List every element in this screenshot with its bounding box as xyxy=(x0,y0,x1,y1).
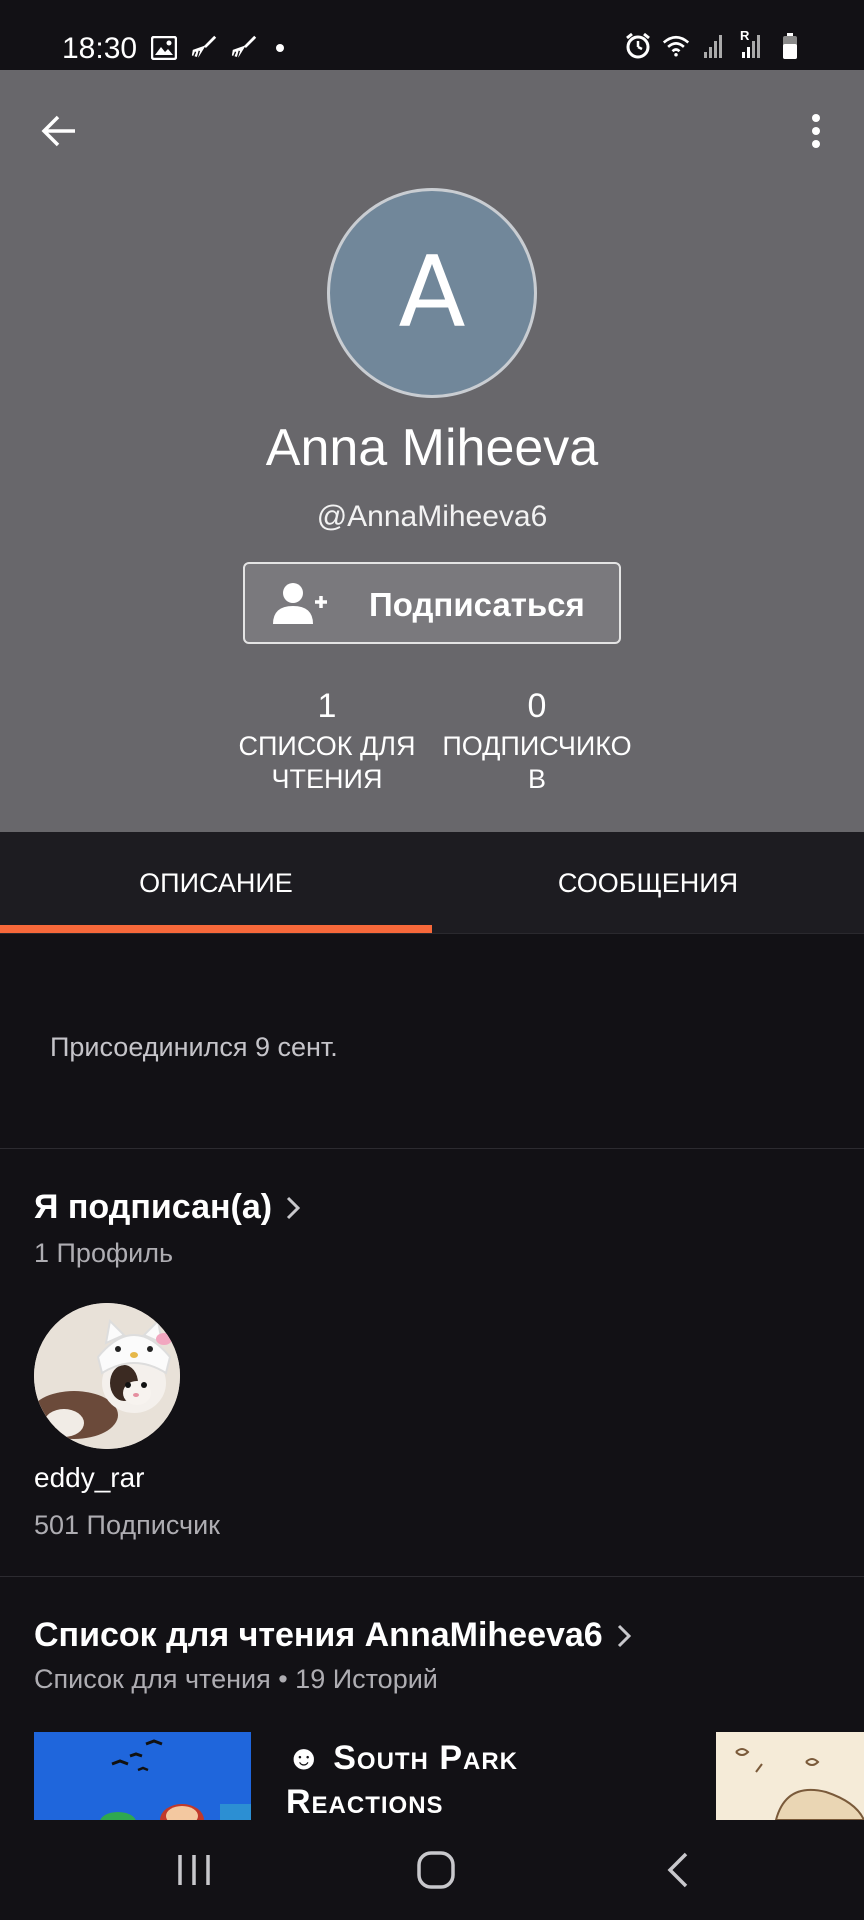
story-title-line1: ☻ South Park xyxy=(286,1739,519,1777)
wifi-icon xyxy=(662,32,690,60)
system-nav-bar xyxy=(0,1820,864,1920)
signal-roaming-icon: R xyxy=(738,28,766,60)
active-tab-indicator xyxy=(0,925,432,933)
follow-button-label: Подписаться xyxy=(369,586,585,623)
stat-reading-lists-label: СПИСОК ДЛЯ ЧТЕНИЯ xyxy=(238,731,416,794)
stat-reading-lists-value: 1 xyxy=(317,687,337,725)
back-icon xyxy=(667,1852,688,1888)
stat-followers-value: 0 xyxy=(527,687,547,725)
tab-about-label: ОПИСАНИЕ xyxy=(139,867,293,898)
home-button[interactable] xyxy=(396,1838,476,1902)
battery-icon xyxy=(776,32,804,60)
status-left-icons xyxy=(150,34,284,62)
broom-icon xyxy=(230,34,258,62)
follow-button[interactable]: Подписаться xyxy=(243,562,621,644)
recents-button[interactable] xyxy=(154,1838,234,1902)
story-cover[interactable] xyxy=(34,1732,251,1820)
signal-icon xyxy=(700,32,728,60)
profile-header: A Anna Miheeva @AnnaMiheeva6 Подписаться… xyxy=(0,70,864,832)
story-title-line2: Reactions xyxy=(286,1783,444,1821)
following-section-header[interactable]: Я подписан(а) xyxy=(34,1188,301,1227)
story-cover-image xyxy=(34,1732,251,1820)
home-icon xyxy=(417,1851,455,1889)
status-bar: 18:30 R xyxy=(0,0,864,70)
more-options-button[interactable] xyxy=(798,108,834,154)
stat-reading-lists[interactable]: 1 СПИСОК ДЛЯ ЧТЕНИЯ xyxy=(232,686,422,796)
add-user-icon xyxy=(273,583,327,624)
tab-about[interactable]: ОПИСАНИЕ xyxy=(0,832,432,934)
divider xyxy=(0,1148,864,1149)
notification-dot-icon xyxy=(276,44,284,52)
back-button[interactable] xyxy=(36,108,82,154)
profile-handle: @AnnaMiheeva6 xyxy=(316,500,548,533)
avatar-initial: A xyxy=(398,236,466,350)
profile-name: Anna Miheeva xyxy=(265,419,599,477)
stat-followers-label: ПОДПИСЧИКО В xyxy=(442,731,632,794)
profile-tabs: ОПИСАНИЕ СООБЩЕНИЯ xyxy=(0,832,864,934)
stat-followers[interactable]: 0 ПОДПИСЧИКО В xyxy=(437,686,637,796)
tab-messages[interactable]: СООБЩЕНИЯ xyxy=(432,832,864,934)
following-title: Я подписан(а) xyxy=(34,1188,273,1226)
next-story-cover-image xyxy=(716,1732,864,1820)
story-title[interactable]: ☻ South Park Reactions xyxy=(286,1736,518,1824)
joined-date: Присоединился 9 сент. xyxy=(50,1032,338,1062)
broom-icon xyxy=(190,34,218,62)
next-story-cover[interactable] xyxy=(716,1732,864,1820)
image-icon xyxy=(150,34,178,62)
status-right-icons: R xyxy=(624,28,804,60)
alarm-icon xyxy=(624,32,652,60)
back-arrow-icon xyxy=(41,115,75,147)
profile-avatar[interactable]: A xyxy=(327,188,537,398)
reading-list-section-header[interactable]: Список для чтения AnnaMiheeva6 xyxy=(34,1616,631,1655)
roaming-label: R xyxy=(740,28,750,43)
followed-profile-followers: 501 Подписчик xyxy=(34,1510,220,1540)
followed-profile-username[interactable]: eddy_rar xyxy=(34,1462,145,1494)
more-vertical-icon xyxy=(812,114,820,148)
kitten-image xyxy=(34,1303,180,1449)
status-time: 18:30 xyxy=(62,32,138,65)
divider xyxy=(0,1576,864,1577)
reading-list-title: Список для чтения AnnaMiheeva6 xyxy=(34,1616,603,1654)
reading-list-subtitle: Список для чтения • 19 Историй xyxy=(34,1664,438,1694)
tab-messages-label: СООБЩЕНИЯ xyxy=(557,867,739,898)
chevron-right-icon xyxy=(617,1624,631,1647)
followed-profile-avatar[interactable] xyxy=(34,1303,180,1449)
chevron-right-icon xyxy=(287,1196,301,1219)
nav-back-button[interactable] xyxy=(638,1838,718,1902)
recents-icon xyxy=(178,1855,210,1885)
following-subtitle: 1 Профиль xyxy=(34,1238,174,1268)
